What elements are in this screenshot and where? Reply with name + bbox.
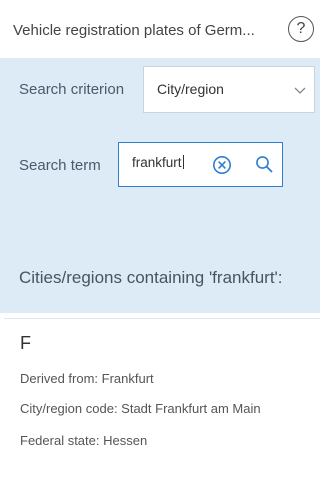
federal-state-text: Federal state: Hessen xyxy=(20,433,148,448)
search-term-value: frankfurt xyxy=(132,155,184,170)
search-term-label: Search term xyxy=(19,157,101,174)
app-header: Vehicle registration plates of Germ... ? xyxy=(0,0,320,58)
result-list-item[interactable]: F Derived from: Frankfurt City/region co… xyxy=(4,318,320,480)
app-title: Vehicle registration plates of Germ... xyxy=(13,22,255,39)
search-criterion-select[interactable]: City/region xyxy=(143,66,315,113)
clear-icon[interactable] xyxy=(212,155,232,175)
chevron-down-icon xyxy=(294,87,306,94)
derived-from-text: Derived from: Frankfurt xyxy=(20,371,154,386)
city-region-code-text: City/region code: Stadt Frankfurt am Mai… xyxy=(20,401,261,416)
results-heading: Cities/regions containing 'frankfurt': xyxy=(19,268,283,287)
search-criterion-label: Search criterion xyxy=(19,81,125,98)
plate-code: F xyxy=(20,333,31,353)
help-icon: ? xyxy=(296,20,306,37)
search-panel: Search criterion City/region Search term… xyxy=(0,58,320,313)
search-icon[interactable] xyxy=(255,155,274,174)
search-criterion-value: City/region xyxy=(157,81,224,97)
search-term-input[interactable]: frankfurt xyxy=(118,142,283,187)
help-button[interactable]: ? xyxy=(288,16,314,42)
